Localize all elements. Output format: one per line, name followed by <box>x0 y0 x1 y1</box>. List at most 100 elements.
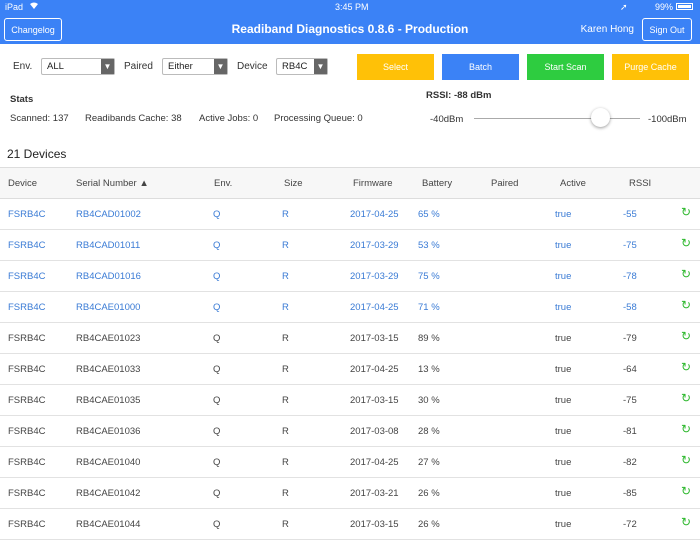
table-row[interactable]: FSRB4C RB4CAD01002 Q R 2017-04-25 65 % true -55… <box>0 198 700 230</box>
cell-serial[interactable]: RB4CAD01002 <box>76 209 141 220</box>
col-rssi[interactable]: RSSI <box>629 178 651 189</box>
table-row[interactable]: FSRB4C RB4CAE01044 Q R 2017-03-15 26 % true -72… <box>0 508 700 540</box>
col-size[interactable]: Size <box>284 178 302 189</box>
cell-rssi: -58 <box>623 302 637 313</box>
sign-out-button[interactable]: Sign Out <box>642 18 692 41</box>
cell-active: true <box>555 333 572 344</box>
refresh-icon[interactable]: ↻ <box>681 205 691 219</box>
cell-battery: 53 % <box>418 240 440 251</box>
cell-env: Q <box>213 333 221 344</box>
cell-env: Q <box>213 364 221 375</box>
rssi-slider-thumb[interactable] <box>591 108 610 127</box>
cell-env: Q <box>213 302 221 313</box>
cell-size: R <box>282 364 289 375</box>
cell-battery: 71 % <box>418 302 440 313</box>
refresh-icon[interactable]: ↻ <box>681 422 691 436</box>
cell-env: Q <box>213 488 221 499</box>
refresh-icon[interactable]: ↻ <box>681 360 691 374</box>
refresh-icon[interactable]: ↻ <box>681 453 691 467</box>
battery-icon <box>676 3 693 10</box>
cell-serial: RB4CAE01042 <box>76 488 141 499</box>
col-env[interactable]: Env. <box>214 178 232 189</box>
cell-rssi: -64 <box>623 364 637 375</box>
col-paired[interactable]: Paired <box>491 178 518 189</box>
device-label: iPad <box>5 2 24 12</box>
col-serial-number[interactable]: Serial Number ▲ <box>76 178 149 189</box>
cell-device[interactable]: FSRB4C <box>8 271 45 282</box>
table-row[interactable]: FSRB4C RB4CAE01036 Q R 2017-03-08 28 % true -81… <box>0 415 700 447</box>
cell-serial[interactable]: RB4CAD01011 <box>76 240 140 251</box>
cell-serial[interactable]: RB4CAD01016 <box>76 271 141 282</box>
cell-firmware: 2017-03-21 <box>350 488 399 499</box>
cell-serial: RB4CAE01040 <box>76 457 141 468</box>
table-row[interactable]: FSRB4C RB4CAE01023 Q R 2017-03-15 89 % true -79… <box>0 322 700 354</box>
cell-device[interactable]: FSRB4C <box>8 240 45 251</box>
table-row[interactable]: FSRB4C RB4CAE01000 Q R 2017-04-25 71 % true -58… <box>0 291 700 323</box>
cell-battery: 26 % <box>418 488 440 499</box>
table-row[interactable]: FSRB4C RB4CAE01033 Q R 2017-04-25 13 % true -64… <box>0 353 700 385</box>
refresh-icon[interactable]: ↻ <box>681 391 691 405</box>
env-select[interactable]: ALL ▼ <box>41 58 115 75</box>
cell-firmware: 2017-04-25 <box>350 364 399 375</box>
table-row[interactable]: FSRB4C RB4CAD01011 Q R 2017-03-29 53 % true -75… <box>0 229 700 261</box>
battery-percent: 99% <box>655 2 674 12</box>
batch-button[interactable]: Batch <box>442 54 519 80</box>
cell-firmware: 2017-03-29 <box>350 240 399 251</box>
refresh-icon[interactable]: ↻ <box>681 484 691 498</box>
table-row[interactable]: FSRB4C RB4CAD01016 Q R 2017-03-29 75 % true -78… <box>0 260 700 292</box>
cell-device[interactable]: FSRB4C <box>8 209 45 220</box>
cell-device: FSRB4C <box>8 395 46 406</box>
cell-serial: RB4CAE01036 <box>76 426 141 437</box>
cell-battery: 30 % <box>418 395 440 406</box>
location-icon: ➚ <box>620 2 628 12</box>
cell-rssi: -81 <box>623 426 637 437</box>
cell-battery: 13 % <box>418 364 440 375</box>
cell-serial[interactable]: RB4CAE01000 <box>76 302 140 313</box>
device-select-value: RB4C <box>282 61 308 72</box>
cell-serial: RB4CAE01033 <box>76 364 141 375</box>
env-select-value: ALL <box>47 61 64 72</box>
col-battery[interactable]: Battery <box>422 178 452 189</box>
device-count: 21 Devices <box>7 147 67 161</box>
refresh-icon[interactable]: ↻ <box>681 236 691 250</box>
cell-serial: RB4CAE01023 <box>76 333 141 344</box>
cell-size: R <box>282 302 289 313</box>
env-label: Env. <box>13 61 33 72</box>
cell-env: Q <box>213 209 221 220</box>
cell-env: Q <box>213 271 221 282</box>
select-button[interactable]: Select <box>357 54 434 80</box>
cell-active: true <box>555 488 572 499</box>
cell-device: FSRB4C <box>8 426 46 437</box>
rssi-title: RSSI: -88 dBm <box>426 90 492 101</box>
device-select[interactable]: RB4C ▼ <box>276 58 328 75</box>
col-device[interactable]: Device <box>8 178 37 189</box>
chevron-down-icon: ▼ <box>101 59 114 74</box>
purge-cache-button[interactable]: Purge Cache <box>612 54 689 80</box>
paired-label: Paired <box>124 61 153 72</box>
cell-active: true <box>555 240 572 251</box>
table-row[interactable]: FSRB4C RB4CAE01040 Q R 2017-04-25 27 % true -82… <box>0 446 700 478</box>
refresh-icon[interactable]: ↻ <box>681 329 691 343</box>
refresh-icon[interactable]: ↻ <box>681 298 691 312</box>
col-firmware[interactable]: Firmware <box>353 178 393 189</box>
stats-title: Stats <box>10 94 34 105</box>
cell-device[interactable]: FSRB4C <box>8 302 45 313</box>
stat-processing-queue: Processing Queue: 0 <box>274 113 363 124</box>
cell-size: R <box>282 488 289 499</box>
wifi-icon <box>29 1 39 12</box>
rssi-slider-track[interactable] <box>474 118 640 119</box>
cell-battery: 89 % <box>418 333 440 344</box>
col-active[interactable]: Active <box>560 178 586 189</box>
table-row[interactable]: FSRB4C RB4CAE01035 Q R 2017-03-15 30 % true -75… <box>0 384 700 416</box>
refresh-icon[interactable]: ↻ <box>681 515 691 529</box>
user-name: Karen Hong <box>580 24 634 35</box>
cell-serial: RB4CAE01035 <box>76 395 141 406</box>
paired-select[interactable]: Either ▼ <box>162 58 228 75</box>
cell-firmware: 2017-04-25 <box>350 209 399 220</box>
start-scan-button[interactable]: Start Scan <box>527 54 604 80</box>
cell-env: Q <box>213 395 221 406</box>
cell-size: R <box>282 457 289 468</box>
cell-rssi: -75 <box>623 240 637 251</box>
refresh-icon[interactable]: ↻ <box>681 267 691 281</box>
table-row[interactable]: FSRB4C RB4CAE01042 Q R 2017-03-21 26 % true -85… <box>0 477 700 509</box>
